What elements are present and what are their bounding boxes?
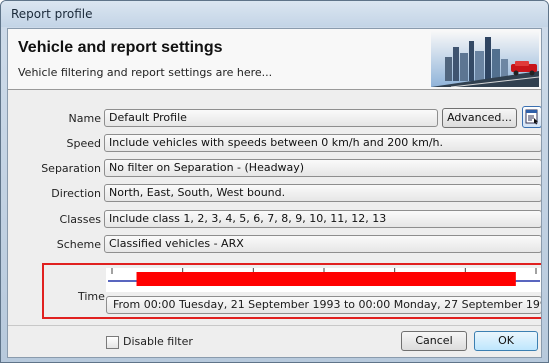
separation-label: Separation (41, 162, 101, 175)
scheme-row: Scheme Classified vehicles - ARX (8, 235, 541, 255)
disable-filter-checkbox[interactable] (106, 336, 119, 349)
speed-field[interactable]: Include vehicles with speeds between 0 k… (104, 134, 541, 152)
window-title: Report profile (11, 7, 93, 21)
direction-row: Direction North, East, South, West bound… (8, 184, 541, 204)
separation-row: Separation No filter on Separation - (He… (8, 159, 541, 179)
direction-label: Direction (51, 187, 101, 200)
time-range-timeline[interactable] (106, 268, 542, 292)
direction-field[interactable]: North, East, South, West bound. (104, 184, 541, 202)
classes-label: Classes (59, 213, 101, 226)
name-row: Name Default Profile Advanced... (8, 106, 541, 129)
ok-button[interactable]: OK (474, 331, 538, 351)
list-settings-button[interactable] (522, 106, 541, 128)
scheme-field[interactable]: Classified vehicles - ARX (104, 235, 541, 253)
timeline-selection-bar[interactable] (136, 272, 516, 286)
banner-title: Vehicle and report settings (18, 39, 223, 56)
separation-field[interactable]: No filter on Separation - (Headway) (104, 159, 541, 177)
banner-subtitle: Vehicle filtering and report settings ar… (18, 66, 273, 79)
report-profile-window: Report profile Vehicle and report settin… (0, 0, 549, 363)
speed-row: Speed Include vehicles with speeds betwe… (8, 134, 541, 154)
cancel-button[interactable]: Cancel (401, 331, 467, 351)
name-label: Name (68, 112, 101, 125)
advanced-button[interactable]: Advanced... (442, 108, 517, 128)
city-traffic-illustration (431, 31, 539, 87)
footer-divider (8, 325, 541, 326)
time-section-highlight: Time From 00:00 Tuesday, 21 September 19… (42, 263, 542, 319)
speed-label: Speed (66, 137, 101, 150)
time-label: Time (78, 290, 105, 303)
time-range-field[interactable]: From 00:00 Tuesday, 21 September 1993 to… (106, 296, 541, 314)
scheme-label: Scheme (56, 238, 101, 251)
title-bar[interactable]: Report profile (1, 1, 548, 27)
dialog-client-area: Vehicle and report settings Vehicle filt… (7, 28, 542, 358)
classes-field[interactable]: Include class 1, 2, 3, 4, 5, 6, 7, 8, 9,… (104, 210, 541, 228)
name-field[interactable]: Default Profile (104, 109, 438, 127)
header-banner: Vehicle and report settings Vehicle filt… (8, 29, 541, 90)
classes-row: Classes Include class 1, 2, 3, 4, 5, 6, … (8, 210, 541, 230)
list-settings-icon (525, 109, 538, 125)
disable-filter-label[interactable]: Disable filter (123, 335, 193, 348)
